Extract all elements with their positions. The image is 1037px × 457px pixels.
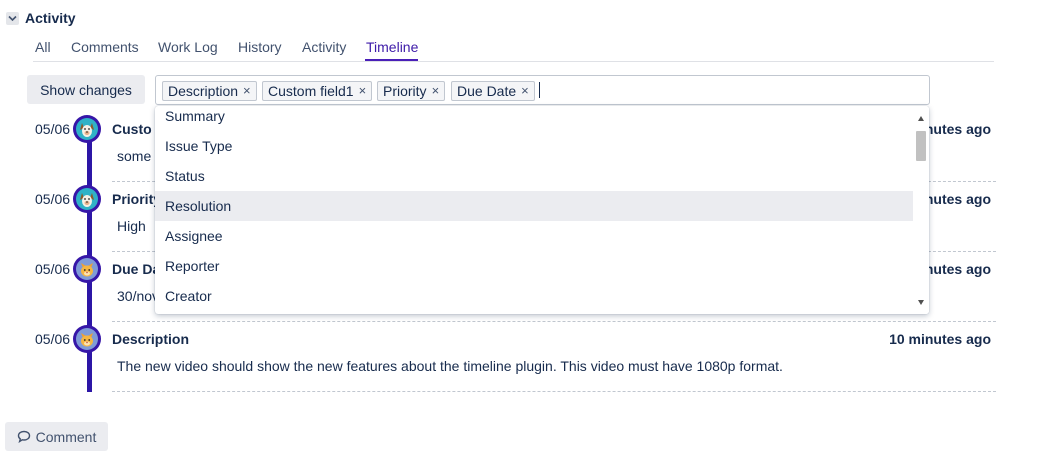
tabs-divider (33, 61, 994, 62)
active-tab-indicator (365, 59, 418, 61)
dropdown-scrollbar[interactable] (913, 106, 929, 314)
avatar (73, 185, 101, 213)
entry-value: The new video should show the new featur… (117, 358, 783, 374)
scroll-down-arrow-icon[interactable] (918, 300, 924, 305)
dropdown-option[interactable]: Issue Type (155, 131, 913, 161)
avatar (73, 115, 101, 143)
entry-date: 05/06 (35, 121, 71, 137)
entry-time: nutes ago (924, 261, 991, 277)
filter-chip: Custom field1 × (262, 81, 373, 101)
entry-time: 10 minutes ago (889, 331, 991, 347)
dropdown-option[interactable]: Status (155, 161, 913, 191)
entry-date: 05/06 (35, 261, 71, 277)
entry-field-name: Description (112, 331, 190, 347)
comment-button-label: Comment (35, 428, 97, 445)
tab-timeline[interactable]: Timeline (366, 39, 418, 55)
dog-icon (76, 188, 98, 210)
dropdown-option-highlighted[interactable]: Resolution (155, 191, 913, 221)
entry-field-name: Custo (112, 121, 152, 137)
entry-value: some (117, 148, 152, 164)
tab-all[interactable]: All (35, 39, 51, 55)
dropdown-option[interactable]: Creator (155, 281, 913, 311)
comment-bubble-icon (17, 430, 30, 443)
entry-value: High (117, 218, 146, 234)
tab-comments[interactable]: Comments (71, 39, 139, 55)
remove-chip-icon[interactable]: × (432, 82, 440, 100)
tab-activity[interactable]: Activity (302, 39, 346, 55)
dropdown-option[interactable]: Reporter (155, 251, 913, 281)
entry-separator (112, 321, 996, 322)
collapse-chevron-icon[interactable] (6, 12, 19, 25)
cat-icon (76, 328, 98, 350)
text-caret (539, 82, 540, 98)
section-title: Activity (25, 10, 76, 26)
remove-chip-icon[interactable]: × (521, 82, 529, 100)
tab-history[interactable]: History (238, 39, 282, 55)
dropdown-option[interactable]: Assignee (155, 221, 913, 251)
chip-label: Priority (383, 83, 427, 99)
entry-time: nutes ago (924, 121, 991, 137)
filter-chip: Priority × (377, 81, 446, 101)
remove-chip-icon[interactable]: × (243, 82, 251, 100)
scrollbar-thumb[interactable] (916, 131, 926, 161)
entry-separator (112, 391, 996, 392)
entry-date: 05/06 (35, 331, 71, 347)
chip-label: Custom field1 (268, 83, 354, 99)
filter-chip: Description × (162, 81, 257, 101)
show-changes-button[interactable]: Show changes (27, 75, 145, 104)
remove-chip-icon[interactable]: × (359, 82, 367, 100)
avatar (73, 325, 101, 353)
entry-date: 05/06 (35, 191, 71, 207)
chip-label: Description (168, 83, 239, 99)
dog-icon (76, 118, 98, 140)
field-filter-multiselect[interactable]: Description × Custom field1 × Priority ×… (155, 75, 930, 105)
entry-value: 30/nov (117, 288, 160, 304)
dropdown-option[interactable]: Summary (155, 106, 913, 131)
cat-icon (76, 258, 98, 280)
scroll-up-arrow-icon[interactable] (918, 116, 924, 121)
avatar (73, 255, 101, 283)
tab-work-log[interactable]: Work Log (158, 39, 218, 55)
entry-field-name: Priority (112, 191, 162, 207)
field-options-dropdown: Summary Issue Type Status Resolution Ass… (155, 106, 929, 314)
chip-label: Due Date (457, 83, 517, 99)
entry-field-name: Due Da (112, 261, 161, 277)
comment-button[interactable]: Comment (5, 422, 108, 451)
filter-chip: Due Date × (451, 81, 535, 101)
entry-time: nutes ago (924, 191, 991, 207)
